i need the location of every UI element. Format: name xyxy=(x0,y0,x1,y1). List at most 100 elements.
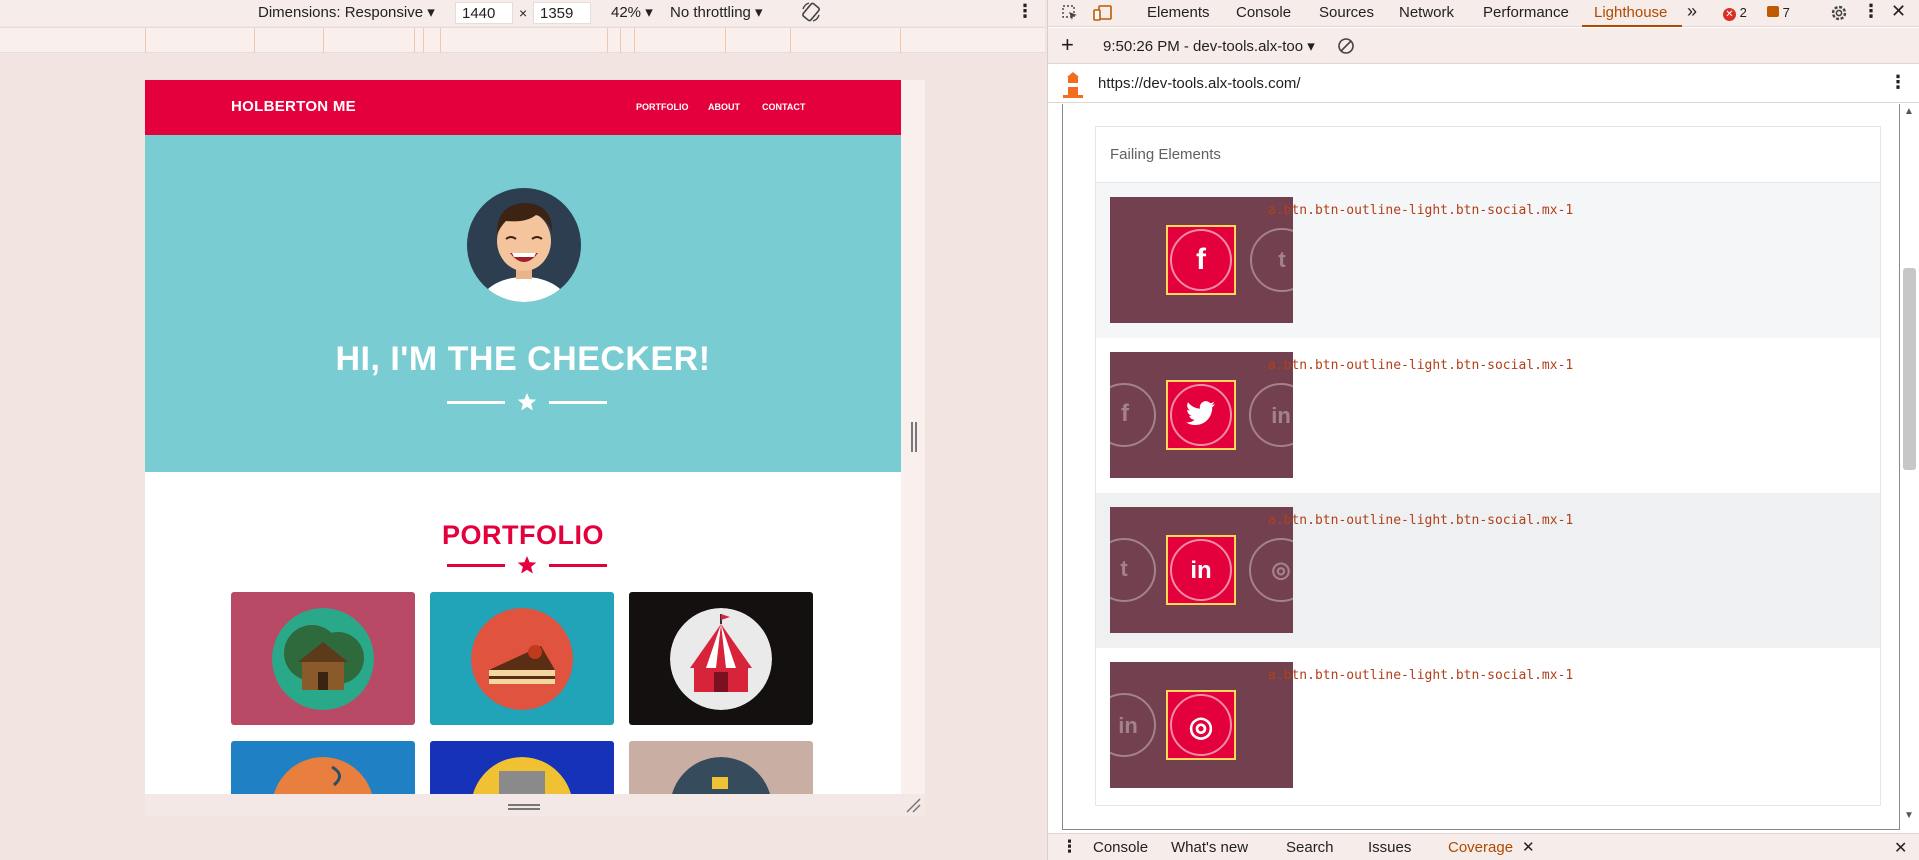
close-icon[interactable]: ✕ xyxy=(1891,1,1906,22)
message-count: 7 xyxy=(1782,5,1790,20)
devtools-panel: Elements Console Sources Network Perform… xyxy=(1047,0,1919,860)
corner-resize-icon[interactable] xyxy=(905,797,921,813)
tab-network[interactable]: Network xyxy=(1399,4,1454,21)
height-input[interactable]: 1359 xyxy=(533,2,591,24)
portfolio-item-5[interactable] xyxy=(430,741,614,794)
device-toolbar-icon[interactable] xyxy=(1093,4,1113,22)
portfolio-item-4[interactable] xyxy=(231,741,415,794)
tab-elements[interactable]: Elements xyxy=(1147,4,1210,21)
close-drawer-icon[interactable]: ✕ xyxy=(1894,838,1907,858)
caret-down-icon: ▾ xyxy=(1307,38,1315,55)
portfolio-item-6[interactable] xyxy=(629,741,813,794)
throttling-dropdown[interactable]: No throttling ▾ xyxy=(670,3,763,21)
resize-grip-icon[interactable] xyxy=(911,422,917,452)
nav-link-portfolio[interactable]: PORTFOLIO xyxy=(636,102,689,112)
lighthouse-toolbar: + 9:50:26 PM - dev-tools.alx-too ▾ xyxy=(1048,28,1919,64)
twitter-icon: t xyxy=(1120,556,1128,581)
failing-element-row[interactable]: t f a.btn.btn-outline-light.btn-social.m… xyxy=(1096,183,1880,338)
element-selector[interactable]: a.btn.btn-outline-light.btn-social.mx-1 xyxy=(1268,203,1573,218)
report-select-label: 9:50:26 PM - dev-tools.alx-too xyxy=(1103,38,1304,55)
drawer-tab-search[interactable]: Search xyxy=(1286,839,1334,856)
rotate-icon[interactable] xyxy=(800,1,822,27)
element-selector[interactable]: a.btn.btn-outline-light.btn-social.mx-1 xyxy=(1268,668,1573,683)
scroll-down-icon[interactable]: ▼ xyxy=(1904,810,1914,821)
element-selector[interactable]: a.btn.btn-outline-light.btn-social.mx-1 xyxy=(1268,358,1573,373)
drawer-tab-whats-new[interactable]: What's new xyxy=(1171,839,1248,856)
new-report-icon[interactable]: + xyxy=(1061,32,1074,58)
failing-element-row[interactable]: in ◎ a.btn.btn-outline-light.btn-social.… xyxy=(1096,648,1880,803)
linkedin-icon: in xyxy=(1271,403,1291,428)
failing-element-row[interactable]: t ◎ in a.btn.btn-outline-light.btn-socia… xyxy=(1096,493,1880,648)
highlighted-social-button: ◎ xyxy=(1166,690,1236,760)
drawer-tab-issues[interactable]: Issues xyxy=(1368,839,1411,856)
drawer-tab-console[interactable]: Console xyxy=(1093,839,1148,856)
tab-performance[interactable]: Performance xyxy=(1483,4,1569,21)
portfolio-item-icon xyxy=(671,757,771,794)
tab-sources[interactable]: Sources xyxy=(1319,4,1374,21)
nav-link-contact[interactable]: CONTACT xyxy=(762,102,805,112)
portfolio-item-circus[interactable] xyxy=(629,592,813,725)
cake-icon xyxy=(471,608,573,710)
more-tabs-icon[interactable]: » xyxy=(1687,1,1697,22)
report-scrollbar-thumb[interactable] xyxy=(1903,268,1916,470)
failing-element-row[interactable]: f in a.btn.btn-outline-light.btn-social.… xyxy=(1096,338,1880,493)
gear-icon[interactable] xyxy=(1829,3,1849,23)
element-screenshot: f in xyxy=(1110,352,1293,478)
clear-icon[interactable] xyxy=(1337,37,1355,55)
report-menu-icon[interactable]: ⋮ xyxy=(1889,72,1907,93)
messages-counter[interactable]: 7 xyxy=(1767,5,1790,20)
star-icon xyxy=(517,393,537,411)
close-tab-icon[interactable]: ✕ xyxy=(1522,838,1535,856)
facebook-icon: f xyxy=(1196,243,1206,276)
site-brand[interactable]: HOLBERTON ME xyxy=(231,98,356,115)
devtools-drawer-tabs: ⋮ Console What's new Search Issues Cover… xyxy=(1048,833,1919,860)
social-button-neighbor: f xyxy=(1110,383,1156,447)
social-button-neighbor: in xyxy=(1110,693,1156,757)
element-screenshot: t f xyxy=(1110,197,1293,323)
errors-counter[interactable]: ✕ 2 xyxy=(1723,5,1747,21)
width-input[interactable]: 1440 xyxy=(455,2,513,24)
portfolio-item-cake[interactable] xyxy=(430,592,614,725)
tab-lighthouse[interactable]: Lighthouse xyxy=(1594,4,1667,21)
report-url[interactable]: https://dev-tools.alx-tools.com/ xyxy=(1098,75,1301,92)
media-query-ruler xyxy=(0,27,1045,53)
devtools-menu-icon[interactable]: ⋮ xyxy=(1862,1,1880,22)
hero-title: HI, I'M THE CHECKER! xyxy=(335,340,711,378)
inspect-element-icon[interactable] xyxy=(1061,4,1079,22)
portfolio-item-cabin[interactable] xyxy=(231,592,415,725)
portfolio-title: PORTFOLIO xyxy=(442,520,604,550)
failing-elements-title: Failing Elements xyxy=(1110,146,1221,163)
dimensions-dropdown[interactable]: Dimensions: Responsive ▾ xyxy=(258,3,435,21)
zoom-label: 42% xyxy=(611,4,642,21)
error-icon: ✕ xyxy=(1723,8,1736,21)
lighthouse-logo-icon xyxy=(1063,72,1083,98)
times-symbol: × xyxy=(519,5,528,21)
more-options-icon[interactable]: ⋮ xyxy=(1016,1,1034,22)
message-icon xyxy=(1767,6,1779,17)
error-count: 2 xyxy=(1739,5,1747,20)
twitter-icon: t xyxy=(1278,247,1286,272)
report-select[interactable]: 9:50:26 PM - dev-tools.alx-too ▾ xyxy=(1103,37,1315,55)
nav-link-about[interactable]: ABOUT xyxy=(708,102,740,112)
emulated-viewport: HOLBERTON ME PORTFOLIO ABOUT CONTACT HI,… xyxy=(145,80,901,794)
caret-down-icon: ▾ xyxy=(645,4,653,21)
zoom-dropdown[interactable]: 42% ▾ xyxy=(611,3,653,21)
cabin-icon xyxy=(272,608,374,710)
caret-down-icon: ▾ xyxy=(427,4,435,21)
element-screenshot: t ◎ in xyxy=(1110,507,1293,633)
highlighted-social-button: f xyxy=(1166,225,1236,295)
scroll-up-icon[interactable]: ▲ xyxy=(1904,106,1914,117)
throttling-label: No throttling xyxy=(670,4,751,21)
linkedin-icon: in xyxy=(1118,713,1138,738)
resize-grip-icon[interactable] xyxy=(508,804,540,810)
hero-star-divider xyxy=(447,392,607,412)
portfolio-item-icon xyxy=(273,757,373,794)
tab-console[interactable]: Console xyxy=(1236,4,1291,21)
element-selector[interactable]: a.btn.btn-outline-light.btn-social.mx-1 xyxy=(1268,513,1573,528)
portfolio-item-icon xyxy=(472,757,572,794)
devtools-tab-bar: Elements Console Sources Network Perform… xyxy=(1048,0,1919,27)
drawer-tab-coverage[interactable]: Coverage xyxy=(1448,839,1513,856)
drawer-menu-icon[interactable]: ⋮ xyxy=(1061,837,1078,857)
facebook-icon: f xyxy=(1121,400,1129,427)
social-button-neighbor: in xyxy=(1249,383,1293,447)
